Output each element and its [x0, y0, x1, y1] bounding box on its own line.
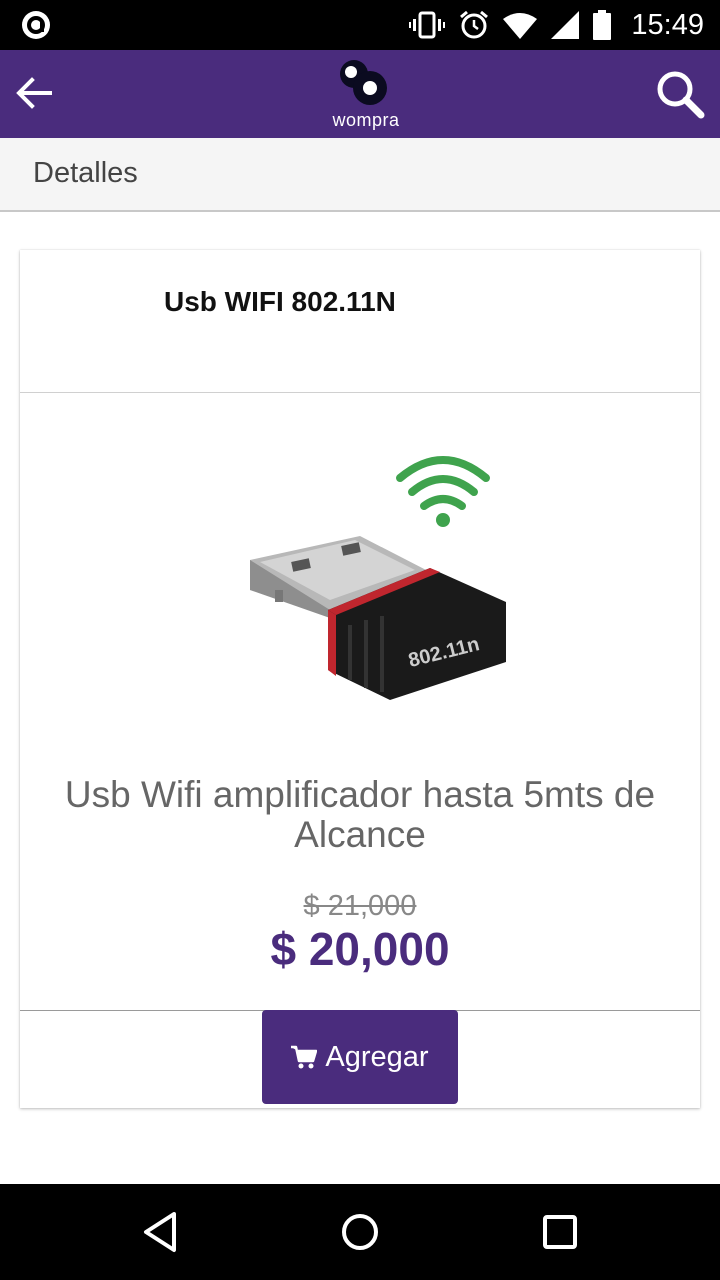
search-icon[interactable] [654, 68, 706, 120]
logo-mark-icon [340, 60, 387, 105]
old-price: $ 21,000 [303, 890, 417, 922]
back-triangle-icon[interactable] [136, 1208, 184, 1256]
brand-logo[interactable]: wompra [320, 56, 412, 136]
wifi-icon [503, 13, 538, 39]
product-title: Usb WIFI 802.11N [164, 286, 396, 317]
product-image[interactable]: 802.11n [230, 440, 510, 700]
status-bar: 15:49 [0, 0, 720, 50]
home-circle-icon[interactable] [336, 1208, 384, 1256]
back-arrow-icon[interactable] [12, 72, 54, 114]
subheader: Detalles [0, 138, 720, 212]
signal-icon [551, 11, 580, 39]
add-to-cart-button[interactable]: Agregar [262, 1010, 458, 1104]
vibrate-icon [409, 11, 446, 39]
app-bar: wompra [0, 50, 720, 138]
recents-square-icon[interactable] [536, 1208, 584, 1256]
wifi-signal-icon [396, 456, 490, 510]
brand-name: wompra [332, 110, 400, 130]
alarm-icon [460, 10, 489, 39]
product-description: Usb Wifi amplificador hasta 5mts de Alca… [64, 774, 656, 855]
current-price: $ 20,000 [270, 923, 450, 975]
navigation-bar [0, 1184, 720, 1280]
add-to-cart-label: Agregar [325, 1040, 429, 1073]
status-time: 15:49 [631, 8, 704, 41]
cart-icon [291, 1045, 318, 1069]
status-icons: 15:49 [409, 0, 704, 50]
battery-icon [593, 10, 612, 40]
divider [20, 392, 700, 393]
page-title: Detalles [33, 157, 138, 189]
notification-icon [22, 11, 50, 39]
product-card: Usb WIFI 802.11N 802.11n Usb Wifi amplif… [20, 250, 700, 1108]
